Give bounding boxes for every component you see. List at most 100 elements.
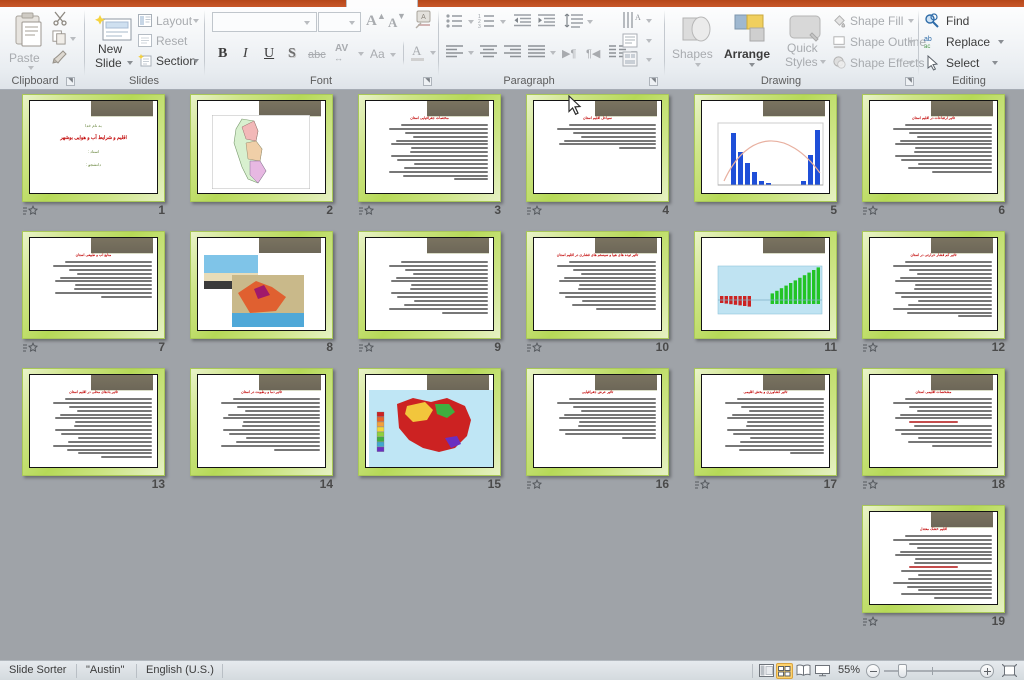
section-button[interactable]: Section [138,52,200,70]
slide-thumbnail-cell[interactable]: مختصات جغرافیایی استان 3 [358,94,526,219]
select-button[interactable]: Select [924,53,1014,73]
slide-thumbnail-cell[interactable]: به نام خدا اقلیم و شرایط آب و هوایی بوشهر… [22,94,190,219]
slide-thumbnail-cell[interactable]: سواحل اقلیم استان 4 [526,94,694,219]
quick-styles-button[interactable]: Quick Styles [782,11,830,73]
slide-transition-star-icon[interactable] [863,342,879,355]
normal-view-button[interactable] [758,663,775,679]
new-slide-button[interactable]: New Slide [92,11,136,73]
slide-thumbnail-cell[interactable]: 8 [190,231,358,356]
slide-thumbnail-cell[interactable]: 9 [358,231,526,356]
drawing-dialog-launcher[interactable]: ◥ [905,77,914,86]
slide-transition-star-icon[interactable] [863,205,879,218]
align-text-button[interactable] [622,33,652,51]
align-right-button[interactable] [504,45,526,65]
align-left-button[interactable] [446,45,476,65]
slide-transition-star-icon[interactable] [359,205,375,218]
slide-thumbnail-cell[interactable]: 5 [694,94,862,219]
clear-formatting-button[interactable]: A [414,10,438,32]
shape-fill-button[interactable]: Shape Fill [832,11,916,31]
text-direction-button[interactable]: A [622,11,652,33]
arrange-button[interactable]: Arrange [724,11,780,73]
decrease-indent-button[interactable] [514,13,536,33]
slide-thumbnail[interactable]: تاثیر بادهای محلی در اقلیم استان [22,368,165,476]
bullets-button[interactable] [446,13,476,33]
slide-thumbnail-cell[interactable]: تاثیر عرض جغرافیایی 16 [526,368,694,493]
cut-button[interactable] [52,10,72,28]
paste-button[interactable]: Paste [8,11,52,71]
underline-button[interactable]: U [260,45,280,65]
fit-to-window-button[interactable] [1001,663,1018,679]
zoom-out-button[interactable] [866,664,880,678]
zoom-in-button[interactable] [980,664,994,678]
slide-thumbnail[interactable]: سواحل اقلیم استان [526,94,669,202]
slide-thumbnail[interactable]: تاثیر کشاورزی و بخش اقلیمی [694,368,837,476]
slide-transition-star-icon[interactable] [23,342,39,355]
slide-thumbnail[interactable] [190,94,333,202]
clipboard-dialog-launcher[interactable]: ◥ [66,77,75,86]
text-shadow-button[interactable]: S [283,45,303,65]
slide-transition-star-icon[interactable] [695,479,711,492]
rtl-direction-button[interactable]: ¶◀ [585,45,607,65]
shapes-button[interactable]: Shapes [672,11,724,73]
shrink-font-button[interactable]: A ▼ [386,11,408,32]
slide-thumbnail[interactable]: تاثیر دما و رطوبت در استان [190,368,333,476]
slide-thumbnail-cell[interactable]: منابع آب و طبیعی استان 7 [22,231,190,356]
slide-show-view-button[interactable] [814,663,831,679]
slide-transition-star-icon[interactable] [527,479,543,492]
tab-home[interactable] [346,0,418,7]
format-painter-button[interactable] [52,49,72,67]
slide-thumbnail-cell[interactable]: تاثیر توده های هوا و سیستم های فشاری در … [526,231,694,356]
justify-button[interactable] [528,45,558,65]
slide-thumbnail[interactable]: مشخصات اقلیمی استان [862,368,1005,476]
font-color-button[interactable]: A [409,43,439,65]
slide-thumbnail[interactable]: مختصات جغرافیایی استان [358,94,501,202]
copy-button[interactable] [52,30,78,48]
change-case-button[interactable]: Aa [369,45,401,65]
strikethrough-button[interactable]: abc [306,45,332,65]
character-spacing-button[interactable]: AV ↔ [334,43,368,65]
slide-sorter-view-button[interactable] [776,663,793,679]
slide-transition-star-icon[interactable] [527,342,543,355]
slide-thumbnail-cell[interactable]: تاثیر کم فشار حرارتی در استان 12 [862,231,1024,356]
ltr-direction-button[interactable]: ▶¶ [561,45,583,65]
slide-transition-star-icon[interactable] [359,342,375,355]
shape-outline-button[interactable]: Shape Outline [832,32,926,52]
reset-button[interactable]: Reset [138,32,200,50]
slide-thumbnail[interactable] [358,231,501,339]
slide-thumbnail[interactable]: تاثیر توده های هوا و سیستم های فشاری در … [526,231,669,339]
slide-transition-star-icon[interactable] [23,205,39,218]
layout-button[interactable]: Layout [138,12,200,30]
reading-view-button[interactable] [795,663,812,679]
find-button[interactable]: Find [924,11,1014,31]
bold-button[interactable]: B [214,45,234,65]
line-spacing-button[interactable] [564,13,596,33]
italic-button[interactable]: I [237,45,257,65]
slide-thumbnail-cell[interactable]: تاثیر کشاورزی و بخش اقلیمی 17 [694,368,862,493]
slide-thumbnail-cell[interactable]: تاثیر ارتفاعات در اقلیم استان 6 [862,94,1024,219]
numbering-button[interactable]: 1 2 3 [478,13,508,33]
slide-thumbnail[interactable] [190,231,333,339]
slide-thumbnail-cell[interactable]: 11 [694,231,862,356]
slide-thumbnail-cell[interactable]: تاثیر دما و رطوبت در استان 14 [190,368,358,493]
increase-indent-button[interactable] [538,13,560,33]
align-center-button[interactable] [480,45,502,65]
slide-transition-star-icon[interactable] [863,616,879,629]
slide-thumbnail[interactable]: منابع آب و طبیعی استان [22,231,165,339]
slide-thumbnail-cell[interactable]: اقلیم خشک معتدل 19 [862,505,1024,630]
slide-thumbnail-cell[interactable]: تاثیر بادهای محلی در اقلیم استان 13 [22,368,190,493]
slide-thumbnail-cell[interactable]: مشخصات اقلیمی استان 18 [862,368,1024,493]
grow-font-button[interactable]: A ▲ [364,11,386,32]
slide-thumbnail[interactable] [694,231,837,339]
slide-thumbnail[interactable] [358,368,501,476]
slide-thumbnail[interactable]: اقلیم خشک معتدل [862,505,1005,613]
slide-sorter-workspace[interactable]: تاثیر ارتفاعات در اقلیم استان 6 5 سواحل اقل… [0,90,1024,660]
slide-thumbnail-cell[interactable]: 2 [190,94,358,219]
font-name-input[interactable] [212,12,317,32]
slide-transition-star-icon[interactable] [527,205,543,218]
replace-button[interactable]: ab ac Replace [924,32,1014,52]
zoom-slider-handle[interactable] [898,664,907,678]
slide-thumbnail[interactable]: تاثیر عرض جغرافیایی [526,368,669,476]
slide-thumbnail[interactable]: تاثیر کم فشار حرارتی در استان [862,231,1005,339]
font-size-input[interactable] [318,12,361,32]
convert-to-smartart-button[interactable] [622,51,652,71]
